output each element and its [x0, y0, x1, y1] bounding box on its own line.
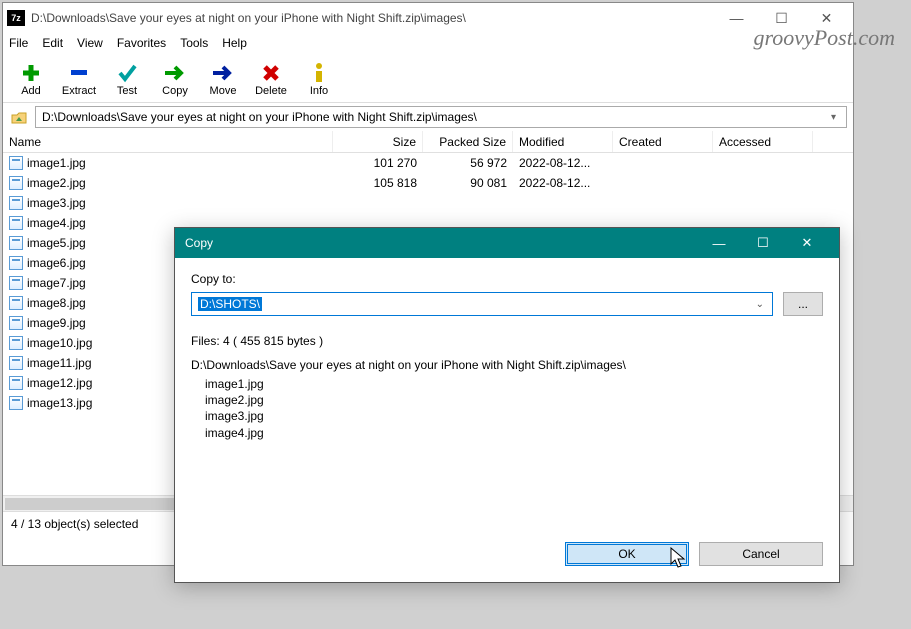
column-created[interactable]: Created	[613, 131, 713, 152]
arrow-right-blue-icon	[211, 63, 235, 83]
destination-value: D:\SHOTS\	[198, 297, 262, 311]
file-name: image6.jpg	[27, 256, 86, 270]
file-icon	[9, 336, 23, 350]
file-name: image11.jpg	[27, 356, 92, 370]
menu-view[interactable]: View	[77, 36, 103, 50]
copy-dialog: Copy — ☐ ✕ Copy to: D:\SHOTS\ ⌄ ... File…	[174, 227, 840, 583]
file-name: image1.jpg	[27, 156, 86, 170]
file-name: image9.jpg	[27, 316, 86, 330]
menu-favorites[interactable]: Favorites	[117, 36, 166, 50]
extract-button[interactable]: Extract	[55, 56, 103, 104]
file-size: 105 818	[333, 176, 423, 190]
column-size[interactable]: Size	[333, 131, 423, 152]
titlebar: 7z D:\Downloads\Save your eyes at night …	[3, 3, 853, 33]
file-icon	[9, 316, 23, 330]
check-icon	[117, 63, 137, 83]
move-button[interactable]: Move	[199, 56, 247, 104]
plus-icon	[21, 63, 41, 83]
file-icon	[9, 156, 23, 170]
pathbar: D:\Downloads\Save your eyes at night on …	[3, 103, 853, 131]
up-folder-button[interactable]	[9, 107, 29, 127]
file-icon	[9, 236, 23, 250]
file-icon	[9, 376, 23, 390]
list-header: Name Size Packed Size Modified Created A…	[3, 131, 853, 153]
source-path: D:\Downloads\Save your eyes at night on …	[191, 358, 823, 372]
column-modified[interactable]: Modified	[513, 131, 613, 152]
table-row[interactable]: image2.jpg 105 81890 0812022-08-12...	[3, 173, 853, 193]
file-name: image12.jpg	[27, 376, 92, 390]
file-icon	[9, 356, 23, 370]
copy-button[interactable]: Copy	[151, 56, 199, 104]
x-icon	[262, 63, 280, 83]
column-name[interactable]: Name	[3, 131, 333, 152]
toolbar: Add Extract Test Copy Move Delete Info	[3, 53, 853, 103]
file-icon	[9, 396, 23, 410]
table-row[interactable]: image1.jpg 101 27056 9722022-08-12...	[3, 153, 853, 173]
menubar: File Edit View Favorites Tools Help	[3, 33, 853, 53]
add-button[interactable]: Add	[7, 56, 55, 104]
file-packed: 56 972	[423, 156, 513, 170]
dialog-title: Copy	[185, 236, 697, 250]
file-icon	[9, 216, 23, 230]
list-item: image1.jpg	[205, 376, 823, 392]
arrow-right-green-icon	[163, 63, 187, 83]
file-modified: 2022-08-12...	[513, 176, 613, 190]
file-name: image10.jpg	[27, 336, 92, 350]
file-name: image4.jpg	[27, 216, 86, 230]
dialog-maximize-button[interactable]: ☐	[741, 228, 785, 258]
dialog-close-button[interactable]: ✕	[785, 228, 829, 258]
status-text: 4 / 13 object(s) selected	[11, 517, 138, 531]
menu-tools[interactable]: Tools	[180, 36, 208, 50]
minimize-button[interactable]: —	[714, 4, 759, 32]
column-packed[interactable]: Packed Size	[423, 131, 513, 152]
table-row[interactable]: image3.jpg	[3, 193, 853, 213]
browse-button[interactable]: ...	[783, 292, 823, 316]
dialog-minimize-button[interactable]: —	[697, 228, 741, 258]
scrollbar-thumb[interactable]	[5, 498, 175, 510]
file-size: 101 270	[333, 156, 423, 170]
file-icon	[9, 276, 23, 290]
files-summary: Files: 4 ( 455 815 bytes )	[191, 334, 823, 348]
list-item: image3.jpg	[205, 408, 823, 424]
file-name: image7.jpg	[27, 276, 86, 290]
file-name: image8.jpg	[27, 296, 86, 310]
file-modified: 2022-08-12...	[513, 156, 613, 170]
ok-button[interactable]: OK	[565, 542, 689, 566]
file-name: image3.jpg	[27, 196, 86, 210]
chevron-down-icon[interactable]: ⌄	[752, 299, 768, 310]
file-packed: 90 081	[423, 176, 513, 190]
info-button[interactable]: Info	[295, 56, 343, 104]
path-text: D:\Downloads\Save your eyes at night on …	[42, 110, 827, 124]
dialog-titlebar: Copy — ☐ ✕	[175, 228, 839, 258]
list-item: image4.jpg	[205, 425, 823, 441]
window-title: D:\Downloads\Save your eyes at night on …	[31, 11, 714, 25]
file-icon	[9, 256, 23, 270]
file-name: image13.jpg	[27, 396, 92, 410]
app-icon: 7z	[7, 10, 25, 26]
menu-edit[interactable]: Edit	[42, 36, 63, 50]
list-item: image2.jpg	[205, 392, 823, 408]
column-accessed[interactable]: Accessed	[713, 131, 813, 152]
watermark: groovyPost.com	[753, 25, 895, 51]
path-combobox[interactable]: D:\Downloads\Save your eyes at night on …	[35, 106, 847, 128]
info-icon	[312, 63, 326, 83]
menu-help[interactable]: Help	[222, 36, 247, 50]
test-button[interactable]: Test	[103, 56, 151, 104]
destination-combobox[interactable]: D:\SHOTS\ ⌄	[191, 292, 773, 316]
chevron-down-icon[interactable]: ▾	[827, 112, 840, 123]
file-icon	[9, 196, 23, 210]
minus-icon	[69, 63, 89, 83]
file-icon	[9, 176, 23, 190]
copy-to-label: Copy to:	[191, 272, 823, 286]
file-icon	[9, 296, 23, 310]
dialog-file-list: image1.jpgimage2.jpgimage3.jpgimage4.jpg	[191, 376, 823, 441]
file-name: image2.jpg	[27, 176, 86, 190]
cancel-button[interactable]: Cancel	[699, 542, 823, 566]
file-name: image5.jpg	[27, 236, 86, 250]
delete-button[interactable]: Delete	[247, 56, 295, 104]
menu-file[interactable]: File	[9, 36, 28, 50]
